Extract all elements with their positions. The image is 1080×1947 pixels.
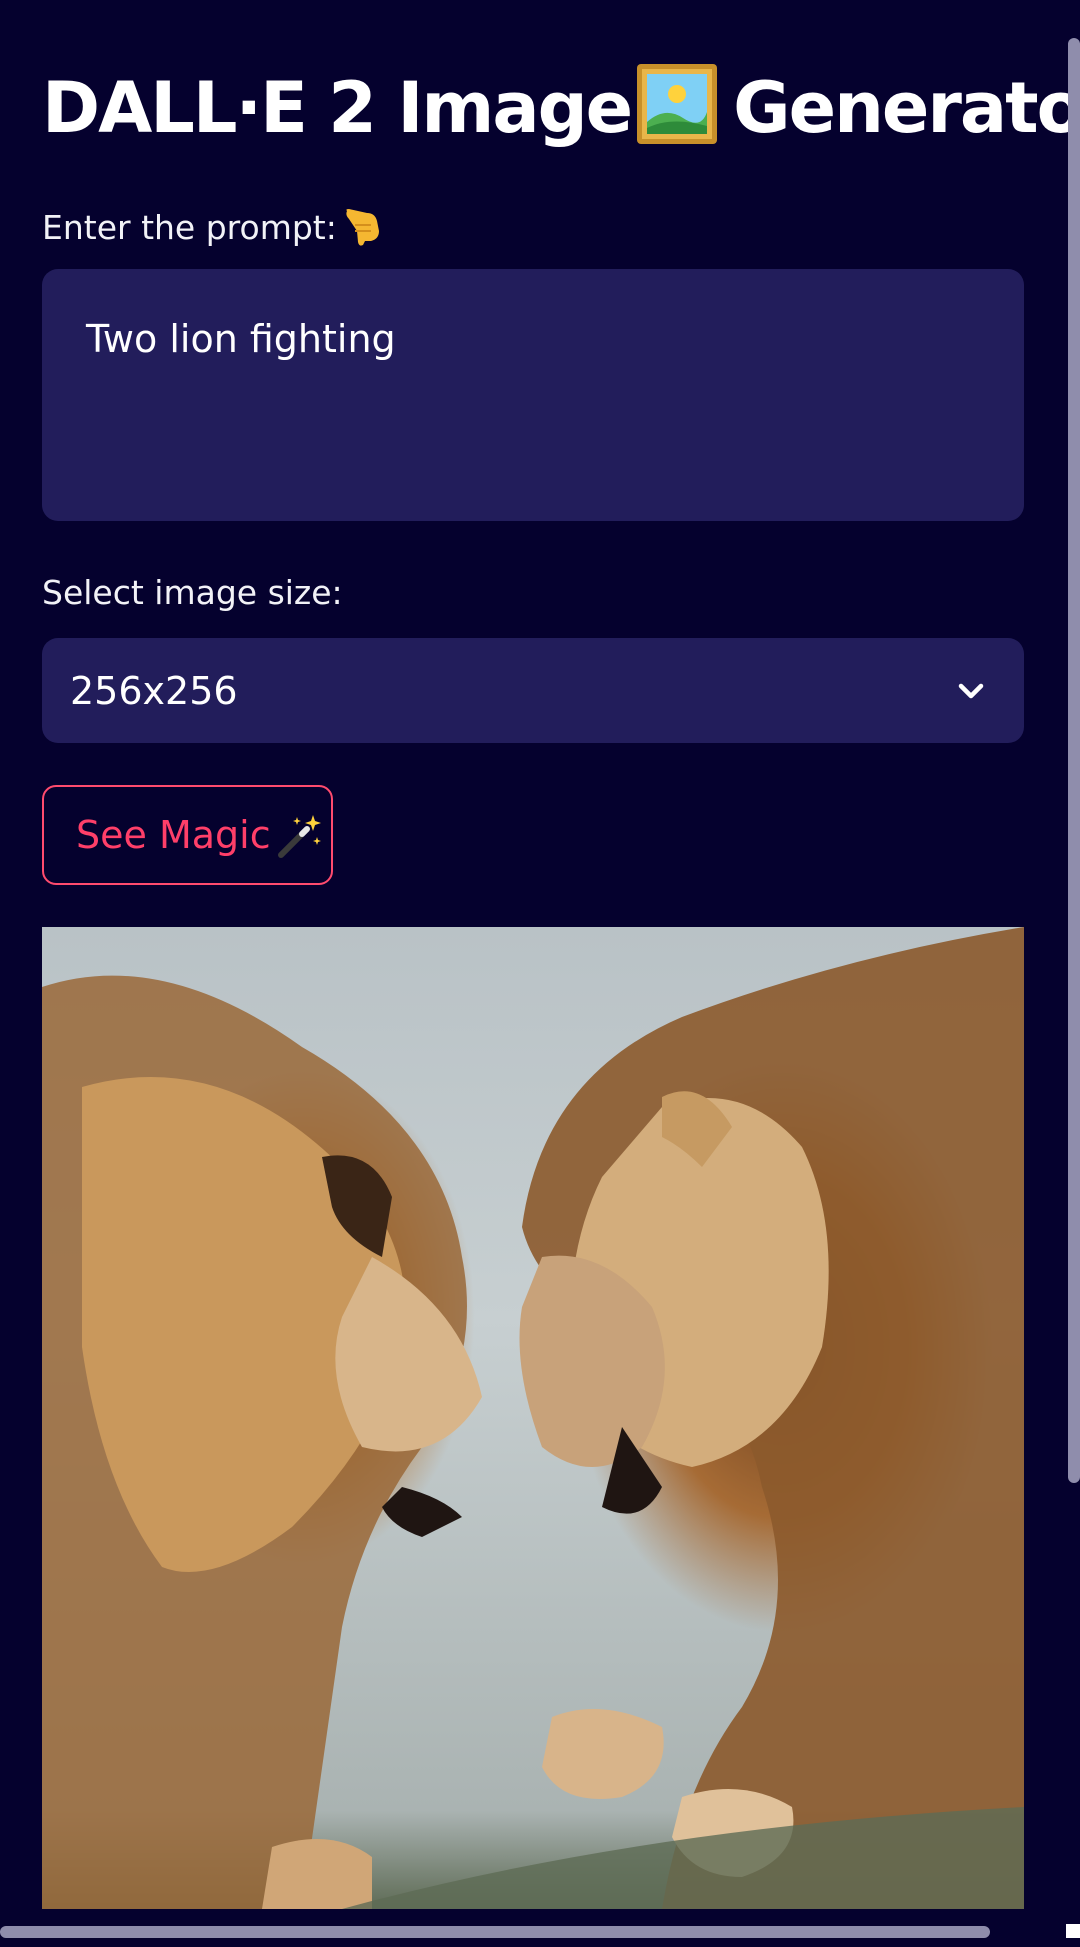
see-magic-label: See Magic [76, 813, 271, 857]
framed-picture-icon [637, 64, 718, 144]
lion-illustration [42, 927, 1024, 1909]
two-lions-fighting-image [42, 927, 1024, 1909]
title-suffix: Generator [733, 67, 1080, 149]
chevron-down-icon [958, 683, 984, 698]
see-magic-button[interactable]: See Magic [42, 785, 333, 885]
scroll-corner [1066, 1924, 1080, 1938]
prompt-input[interactable]: Two lion fighting [42, 269, 1024, 521]
prompt-label: Enter the prompt: [42, 205, 385, 247]
horizontal-scrollbar[interactable] [0, 1926, 990, 1938]
vertical-scrollbar[interactable] [1068, 38, 1080, 1483]
title-text: DALL·E 2 Image [42, 67, 633, 149]
pointing-down-icon [346, 209, 379, 246]
magic-wand-icon [277, 815, 321, 858]
image-size-value: 256x256 [70, 668, 238, 713]
prompt-label-text: Enter the prompt: [42, 208, 337, 247]
image-size-select[interactable]: 256x256 [42, 638, 1024, 743]
page-title: DALL·E 2 Image Generator [42, 58, 1080, 158]
image-size-label: Select image size: [42, 573, 343, 612]
